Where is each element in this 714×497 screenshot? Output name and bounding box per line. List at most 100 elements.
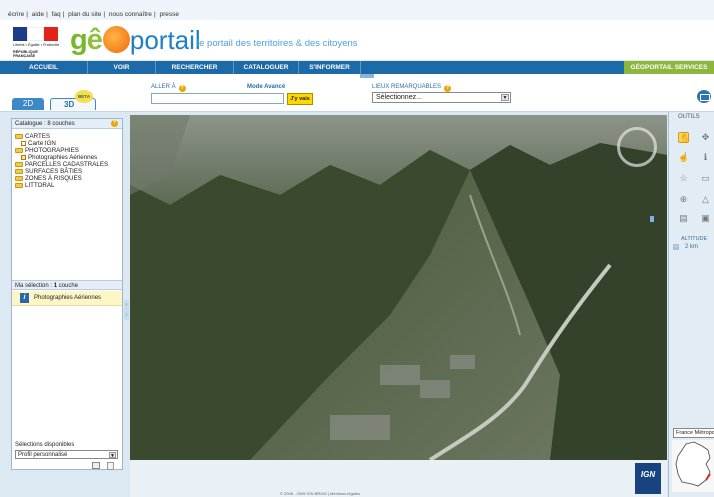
folder-cartes[interactable]: CARTES (15, 133, 122, 140)
toolbar-collapse-handle[interactable] (360, 74, 374, 78)
profile-selected: Profil personnalisé (18, 452, 68, 458)
save-view-icon[interactable]: ▣ (700, 213, 711, 224)
help-icon[interactable]: ? (444, 85, 452, 92)
menu-rechercher[interactable]: RECHERCHER (156, 61, 234, 74)
link-presse[interactable]: presse (159, 11, 179, 18)
my-selection-header: Ma sélection : 1 couche (12, 280, 122, 290)
layer-tree: CARTES Carte IGN PHOTOGRAPHIES Photograp… (12, 129, 122, 189)
view-2d-tab[interactable]: 2D (12, 98, 44, 110)
folder-littoral[interactable]: LITTORAL (15, 182, 122, 189)
navigation-compass-icon[interactable] (617, 127, 657, 167)
layer-label: Photographies Aériennes (28, 154, 98, 161)
link-aide[interactable]: aide (32, 11, 44, 18)
altitude-label: ALTITUDE (681, 236, 708, 242)
measure-icon[interactable]: ⊕ (678, 194, 689, 205)
catalog-title: Catalogue : 8 couches (15, 121, 75, 127)
advanced-mode-link[interactable]: Mode Avancé (247, 84, 285, 90)
folder-icon (15, 148, 23, 153)
zoom-slider-handle[interactable] (650, 216, 654, 222)
logo-wordmark: portail (129, 25, 201, 55)
tools-title: OUTILS (678, 114, 700, 120)
remarkable-places-select[interactable]: Sélectionnez... ▼ (372, 92, 511, 103)
link-plan-du-site[interactable]: plan du site (68, 11, 101, 18)
print-icon[interactable]: ▤ (678, 213, 689, 224)
folder-icon (15, 162, 23, 167)
terrain-icon[interactable]: △ (700, 194, 711, 205)
beta-badge: BETA (75, 90, 93, 103)
goto-input[interactable] (151, 93, 284, 104)
menu-voir[interactable]: VOIR (88, 61, 156, 74)
chevron-down-icon[interactable]: ▼ (501, 94, 509, 101)
region-select[interactable]: France Métropolitaine (673, 428, 714, 438)
geoportail-logo[interactable]: gê portail (70, 24, 201, 56)
pointer-icon[interactable]: ☝ (678, 152, 689, 163)
profile-select[interactable]: Profil personnalisé ▼ (15, 450, 118, 459)
selected-layer-label: Photographies Aériennes (34, 295, 102, 301)
copyright-text: © 2008 - 2009 IGN BRGM | Mentions légale… (280, 491, 361, 496)
folder-label: PHOTOGRAPHIES (25, 147, 79, 154)
layer-checkbox[interactable] (21, 141, 26, 146)
folder-icon (15, 169, 23, 174)
link-separator: | (26, 11, 28, 18)
logo-letter-e: ê (86, 24, 103, 56)
menu-geoportail-services[interactable]: GÉOPORTAIL SERVICES (624, 61, 714, 74)
folder-photographies[interactable]: PHOTOGRAPHIES (15, 147, 122, 154)
save-icon[interactable] (92, 462, 100, 469)
site-tagline: le portail des territoires & des citoyen… (197, 38, 358, 49)
tricolor-flag-icon (13, 27, 58, 41)
star-icon[interactable]: ☆ (678, 173, 689, 184)
link-separator: | (62, 11, 65, 18)
logo-letter-g: g (70, 24, 88, 56)
my-selection-suffix: couche (57, 283, 79, 289)
folder-zones-risques[interactable]: ZONES À RISQUES (15, 175, 122, 182)
altitude-control: −2 km (673, 244, 698, 250)
menu-accueil[interactable]: ACCUEIL (0, 61, 88, 74)
menu-sinformer[interactable]: S'INFORMER (299, 61, 361, 74)
link-ecrire[interactable]: écrire (8, 11, 24, 18)
ign-logo[interactable]: IGN (635, 463, 661, 494)
goto-button[interactable]: J'y vais (287, 93, 313, 105)
folder-label: LITTORAL (25, 182, 55, 189)
link-nous-connaitre[interactable]: nous connaître (109, 11, 152, 18)
goto-label-text: ALLER À (151, 84, 176, 90)
france-minimap[interactable] (672, 440, 714, 492)
layers-panel: Catalogue : 8 couches ? CARTES Carte IGN… (11, 118, 123, 470)
my-selection-prefix: Ma sélection : (15, 283, 54, 289)
tools-panel: OUTILS ✋ ✥ ☝ ℹ ☆ ▭ ⊕ △ ▤ ▣ ALTITUDE −2 k… (668, 112, 714, 497)
folder-label: PARCELLES CADASTRALES (25, 161, 109, 168)
link-separator: | (46, 11, 48, 18)
logo-globe-icon (102, 26, 130, 53)
minus-icon[interactable]: − (673, 244, 679, 250)
link-faq[interactable]: faq (52, 11, 61, 18)
collapse-left-panel-handle[interactable]: ‹ › (124, 300, 129, 320)
hand-pan-icon[interactable]: ✋ (678, 132, 690, 143)
info-icon[interactable]: i (20, 293, 29, 303)
folder-label: ZONES À RISQUES (25, 175, 82, 182)
help-icon[interactable]: ? (111, 120, 118, 127)
layer-photographies-aeriennes[interactable]: Photographies Aériennes (15, 154, 122, 161)
layer-checkbox-checked[interactable] (21, 155, 26, 160)
altitude-value: 2 km (685, 244, 699, 250)
map-3d-view[interactable] (130, 115, 667, 460)
menu-cataloguer[interactable]: CATALOGUER (234, 61, 299, 74)
layer-carte-ign[interactable]: Carte IGN (15, 140, 122, 147)
folder-tool-icon[interactable]: ▭ (700, 173, 711, 184)
help-icon[interactable]: ? (178, 85, 186, 92)
chevron-down-icon[interactable]: ▼ (109, 452, 116, 459)
selected-layer-item[interactable]: i Photographies Aériennes (12, 291, 122, 306)
link-separator: | (153, 11, 156, 18)
aerial-terrain-image (130, 115, 667, 460)
info-tool-icon[interactable]: ℹ (700, 152, 711, 163)
folder-surfaces-baties[interactable]: SURFACES BÂTIES (15, 168, 122, 175)
republique-francaise-logo[interactable]: Liberté • Égalité • Fraternité RÉPUBLIQU… (13, 27, 61, 58)
republic-motto: Liberté • Égalité • Fraternité (13, 43, 60, 47)
navigation-toolbar: 2D 3D BETA ALLER À? Mode Avancé J'y vais… (0, 74, 714, 112)
link-separator: | (103, 11, 106, 18)
fullscreen-icon[interactable] (697, 90, 711, 103)
site-header: Liberté • Égalité • Fraternité RÉPUBLIQU… (0, 20, 714, 60)
trash-icon[interactable] (107, 462, 114, 470)
folder-parcelles[interactable]: PARCELLES CADASTRALES (15, 161, 122, 168)
france-outline-icon (675, 441, 711, 487)
move-arrows-icon[interactable]: ✥ (700, 132, 711, 143)
remarkable-places-label-text: LIEUX REMARQUABLES (372, 84, 442, 90)
